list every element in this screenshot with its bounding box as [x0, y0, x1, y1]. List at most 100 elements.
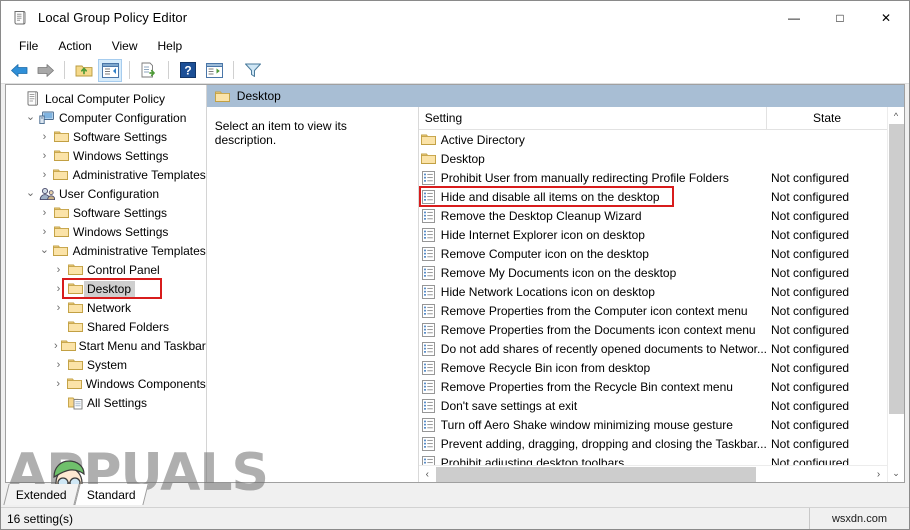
settings-row[interactable]: Don't save settings at exit Not configure… [419, 396, 887, 415]
policy-setting-icon [419, 303, 439, 318]
filter-icon[interactable] [241, 59, 265, 82]
chevron-right-icon[interactable]: › [37, 226, 52, 238]
settings-row-name: Prevent adding, dragging, dropping and c… [440, 436, 767, 451]
tree-item-network[interactable]: › Network [6, 298, 206, 317]
settings-row-name: Remove Properties from the Documents ico… [440, 322, 756, 337]
hscroll-track[interactable] [435, 466, 870, 483]
chevron-right-icon[interactable]: › [51, 302, 66, 314]
settings-row[interactable]: Turn off Aero Shake window minimizing mo… [419, 415, 887, 434]
forward-icon[interactable] [33, 59, 57, 82]
chevron-right-icon[interactable]: › [51, 378, 65, 390]
show-hide-console-tree-icon[interactable] [98, 58, 122, 82]
settings-row[interactable]: Remove Recycle Bin icon from desktop Not … [419, 358, 887, 377]
menu-action[interactable]: Action [48, 36, 101, 56]
tree-item-windows-settings[interactable]: › Windows Settings [6, 146, 206, 165]
settings-row[interactable]: Desktop [419, 149, 887, 168]
scroll-up-icon[interactable]: ^ [888, 107, 905, 124]
vscroll-thumb[interactable] [888, 124, 904, 414]
settings-row[interactable]: Remove Properties from the Documents ico… [419, 320, 887, 339]
chevron-right-icon[interactable]: › [51, 359, 66, 371]
chevron-right-icon[interactable]: › [51, 283, 66, 295]
scroll-down-icon[interactable]: ⌄ [888, 465, 905, 482]
tree-item-administrative-templates[interactable]: › Administrative Templates [6, 165, 206, 184]
vertical-scrollbar[interactable]: ^ ⌄ [887, 107, 904, 482]
tree-item-start-menu-and-taskbar[interactable]: › Start Menu and Taskbar [6, 336, 206, 355]
toolbar-separator [168, 61, 169, 79]
chevron-right-icon[interactable]: › [51, 340, 61, 352]
settings-row[interactable]: Remove Computer icon on the desktop Not c… [419, 244, 887, 263]
scroll-left-icon[interactable]: ‹ [419, 466, 436, 483]
tree-item-software-settings[interactable]: › Software Settings [6, 203, 206, 222]
horizontal-scrollbar[interactable]: ‹ › [418, 465, 887, 483]
policy-doc-icon [24, 91, 42, 106]
menu-view[interactable]: View [102, 36, 148, 56]
close-button[interactable]: ✕ [863, 1, 909, 34]
show-hide-action-pane-icon[interactable] [202, 59, 226, 82]
settings-row[interactable]: Hide Network Locations icon on desktop No… [419, 282, 887, 301]
tree-item-all-settings[interactable]: All Settings [6, 393, 206, 412]
menu-help[interactable]: Help [148, 36, 193, 56]
settings-row[interactable]: Remove My Documents icon on the desktop N… [419, 263, 887, 282]
column-header-setting[interactable]: Setting [419, 107, 767, 130]
tree-item-desktop[interactable]: › Desktop [6, 279, 206, 298]
tree-item-label: Software Settings [73, 129, 168, 144]
minimize-button[interactable]: — [771, 1, 817, 34]
hscroll-thumb[interactable] [435, 466, 756, 482]
console-tree[interactable]: Local Computer Policy ⌄ Computer Configura… [6, 85, 207, 482]
settings-row[interactable]: Remove Properties from the Computer icon… [419, 301, 887, 320]
tree-item-windows-components[interactable]: › Windows Components [6, 374, 205, 393]
vscroll-track[interactable] [887, 124, 904, 465]
settings-row-state: Not configured [771, 303, 850, 318]
tree-item-local-computer-policy[interactable]: Local Computer Policy [6, 89, 206, 108]
tree-item-administrative-templates[interactable]: ⌄ Administrative Templates [6, 241, 206, 260]
tree-item-label: Control Panel [87, 262, 160, 277]
computer-icon [38, 111, 56, 125]
column-header-state[interactable]: State [767, 107, 887, 130]
settings-row-state: Not configured [771, 360, 850, 375]
settings-row-name: Desktop [440, 151, 485, 166]
settings-row[interactable]: Remove the Desktop Cleanup Wizard Not con… [419, 206, 887, 225]
tree-item-windows-settings[interactable]: › Windows Settings [6, 222, 206, 241]
tree-item-software-settings[interactable]: › Software Settings [6, 127, 206, 146]
tree-item-computer-configuration[interactable]: ⌄ Computer Configuration [6, 108, 206, 127]
settings-row[interactable]: Hide Internet Explorer icon on desktop No… [419, 225, 887, 244]
settings-row-name: Hide Network Locations icon on desktop [440, 284, 655, 299]
settings-row[interactable]: Remove Properties from the Recycle Bin c… [419, 377, 887, 396]
settings-row[interactable]: Prohibit adjusting desktop toolbars Not c… [419, 453, 887, 465]
back-icon[interactable] [7, 59, 31, 82]
status-setting-count: 16 setting(s) [7, 511, 74, 526]
scroll-right-icon[interactable]: › [870, 466, 887, 483]
settings-row-name: Remove Properties from the Recycle Bin c… [440, 379, 733, 394]
chevron-right-icon[interactable]: › [37, 150, 52, 162]
help-icon[interactable]: ? [176, 59, 200, 82]
status-watermark-url: wsxdn.com [809, 507, 909, 529]
chevron-right-icon[interactable]: › [37, 169, 52, 181]
settings-row-state: Not configured [771, 208, 850, 223]
chevron-right-icon[interactable]: › [51, 264, 66, 276]
settings-row-state: Not configured [771, 265, 850, 280]
chevron-down-icon[interactable]: ⌄ [23, 112, 38, 123]
tab-extended[interactable]: Extended [3, 484, 80, 505]
tree-item-system[interactable]: › System [6, 355, 206, 374]
menu-file[interactable]: File [9, 36, 48, 56]
maximize-button[interactable]: □ [817, 1, 863, 34]
policy-setting-icon [419, 417, 439, 432]
tree-item-control-panel[interactable]: › Control Panel [6, 260, 206, 279]
chevron-down-icon[interactable]: ⌄ [37, 245, 52, 256]
settings-row[interactable]: Do not add shares of recently opened doc… [419, 339, 887, 358]
up-folder-icon[interactable] [72, 59, 96, 82]
settings-row-state: Not configured [771, 170, 850, 185]
settings-row[interactable]: Hide and disable all items on the deskto… [418, 186, 887, 207]
settings-list-rows[interactable]: Active Directory Desktop Prohibit User fro… [418, 130, 887, 465]
tree-item-shared-folders[interactable]: Shared Folders [6, 317, 206, 336]
export-list-icon[interactable] [137, 59, 161, 82]
all-settings-icon [66, 396, 84, 410]
settings-row[interactable]: Prevent adding, dragging, dropping and c… [419, 434, 887, 453]
tab-standard[interactable]: Standard [74, 484, 149, 505]
settings-row[interactable]: Active Directory [419, 130, 887, 149]
chevron-down-icon[interactable]: ⌄ [23, 188, 38, 199]
tree-item-user-configuration[interactable]: ⌄ User Configuration [6, 184, 206, 203]
settings-row[interactable]: Prohibit User from manually redirecting … [419, 168, 887, 187]
chevron-right-icon[interactable]: › [37, 207, 52, 219]
chevron-right-icon[interactable]: › [37, 131, 52, 143]
